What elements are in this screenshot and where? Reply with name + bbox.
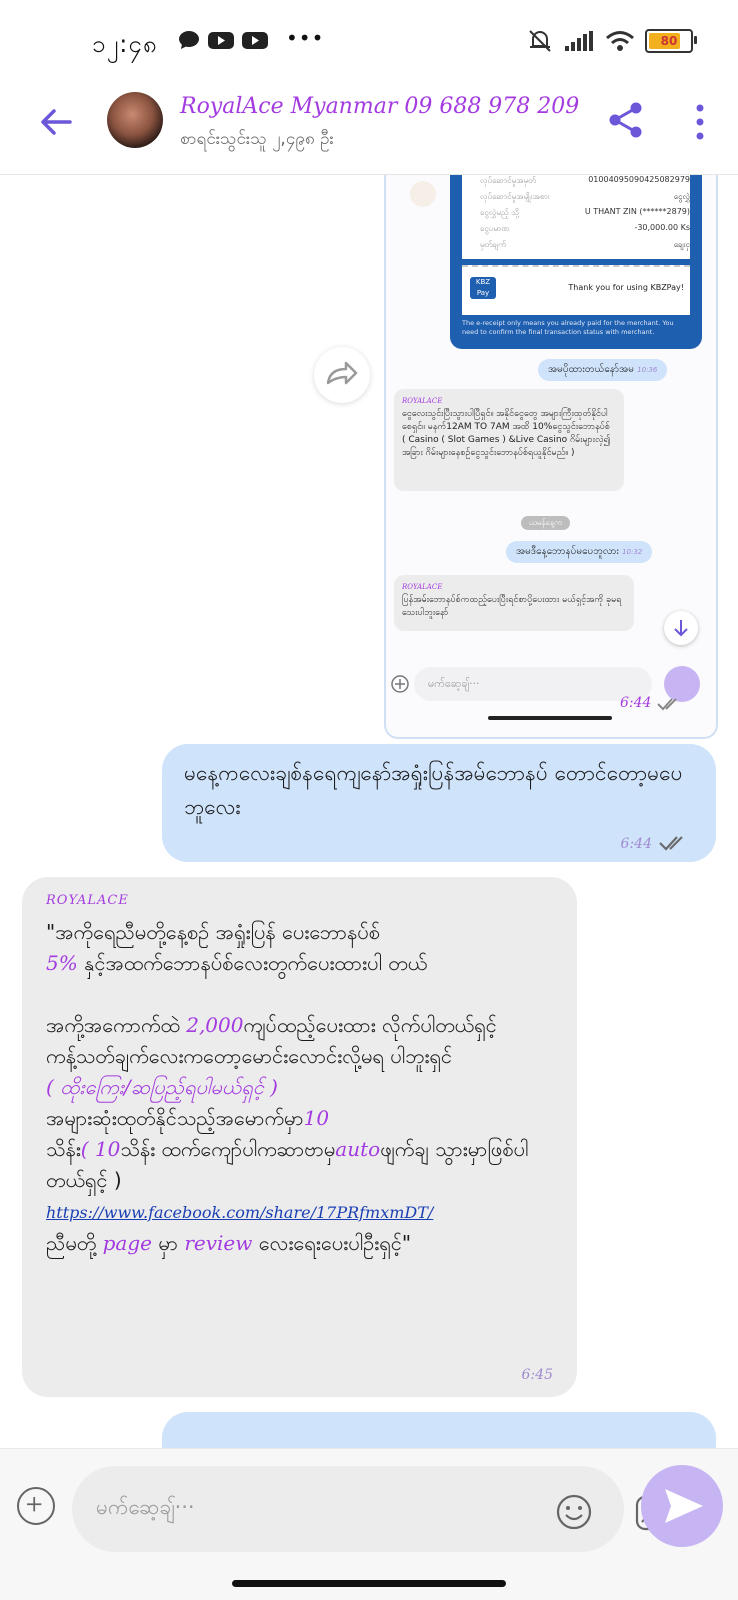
sender-label: ROYALACE bbox=[46, 893, 129, 908]
kbz-logo: KBZ Pay bbox=[470, 277, 496, 299]
wifi-icon bbox=[606, 31, 634, 51]
back-arrow-icon[interactable] bbox=[36, 102, 76, 142]
message-text: "အကိုရေညီမတို့နေ့စဉ် အရှုံးပြန် ပေးဘောနပ… bbox=[46, 920, 529, 1255]
facebook-link[interactable]: https://www.facebook.com/share/17PRfmxmD… bbox=[46, 1203, 433, 1222]
home-indicator bbox=[232, 1580, 506, 1587]
attach-plus-icon[interactable] bbox=[17, 1487, 55, 1525]
plus-icon bbox=[391, 675, 409, 693]
avatar[interactable] bbox=[107, 92, 163, 148]
embedded-incoming-message: ROYALACE ငွေလေးသွင်းပြီးသွားပါပြီရှင်။ အ… bbox=[394, 389, 624, 491]
message-time: 6:44 bbox=[620, 836, 652, 852]
status-bar: ၁၂:၄၈ ••• 80 bbox=[0, 0, 738, 80]
message-time: 6:45 bbox=[521, 1367, 553, 1383]
kbz-receipt: လုပ်ဆောင်မှုအမှတ် 01004095090425082979 လု… bbox=[450, 175, 702, 349]
share-icon[interactable] bbox=[606, 100, 646, 140]
home-indicator bbox=[488, 716, 612, 720]
embedded-outgoing-message: အမဒီနေ့ဘောနပ်မပေဘူလား 10:32 bbox=[506, 541, 653, 563]
read-ticks-icon bbox=[657, 698, 677, 711]
battery-icon: 80 bbox=[645, 29, 697, 53]
outgoing-message[interactable] bbox=[162, 1412, 716, 1448]
embedded-input: မက်ဆေ့ချ်··· bbox=[414, 667, 652, 701]
message-time: 6:44 bbox=[620, 695, 652, 711]
signal-icon bbox=[565, 31, 593, 51]
incoming-message[interactable]: ROYALACE "အကိုရေညီမတို့နေ့စဉ် အရှုံးပြန်… bbox=[22, 877, 577, 1397]
date-separator: ယမန်နေ့က bbox=[521, 516, 570, 530]
read-ticks-icon bbox=[659, 836, 683, 851]
chat-header: RoyalAce Myanmar 09 688 978 209 စာရင်းသွ… bbox=[0, 82, 738, 175]
chat-title[interactable]: RoyalAce Myanmar 09 688 978 209 bbox=[180, 94, 579, 119]
send-icon[interactable] bbox=[641, 1465, 723, 1547]
message-list[interactable]: လုပ်ဆောင်မှုအမှတ် 01004095090425082979 လု… bbox=[0, 175, 738, 1448]
youtube-icon bbox=[242, 32, 268, 49]
status-time: ၁၂:၄၈ bbox=[92, 30, 158, 58]
image-message[interactable]: လုပ်ဆောင်မှုအမှတ် 01004095090425082979 လု… bbox=[384, 175, 718, 739]
outgoing-message[interactable]: မနေ့ကလေးချစ်နရေကျနော်အရှုံးပြန်အမ်ဘောနပ်… bbox=[162, 744, 716, 862]
forward-icon[interactable] bbox=[314, 347, 370, 403]
embedded-outgoing-message: အမပိုထားတယ်နော်အမ 10:36 bbox=[538, 359, 668, 381]
youtube-icon bbox=[208, 32, 234, 49]
bell-muted-icon bbox=[529, 30, 551, 52]
message-text: မနေ့ကလေးချစ်နရေကျနော်အရှုံးပြန်အမ်ဘောနပ်… bbox=[184, 761, 683, 819]
subscriber-count: စာရင်းသွင်းသူ ၂,၄၉၈ ဦး bbox=[180, 129, 334, 149]
emoji-icon[interactable] bbox=[555, 1493, 593, 1531]
scroll-down-icon bbox=[664, 611, 698, 645]
embedded-incoming-message: ROYALACE ပြန်အမ်းဘောနပ်စ်ကထည့်ပေးပြီးရင်… bbox=[394, 575, 634, 631]
message-input[interactable]: မက်ဆေ့ချ်··· bbox=[72, 1466, 675, 1552]
chat-bubble-icon bbox=[179, 31, 199, 49]
forward-icon bbox=[410, 181, 436, 207]
more-vert-icon[interactable] bbox=[690, 102, 710, 142]
more-notifications: ••• bbox=[286, 26, 325, 50]
composer: မက်ဆေ့ချ်··· bbox=[0, 1448, 738, 1600]
message-input-placeholder: မက်ဆေ့ချ်··· bbox=[96, 1495, 195, 1519]
